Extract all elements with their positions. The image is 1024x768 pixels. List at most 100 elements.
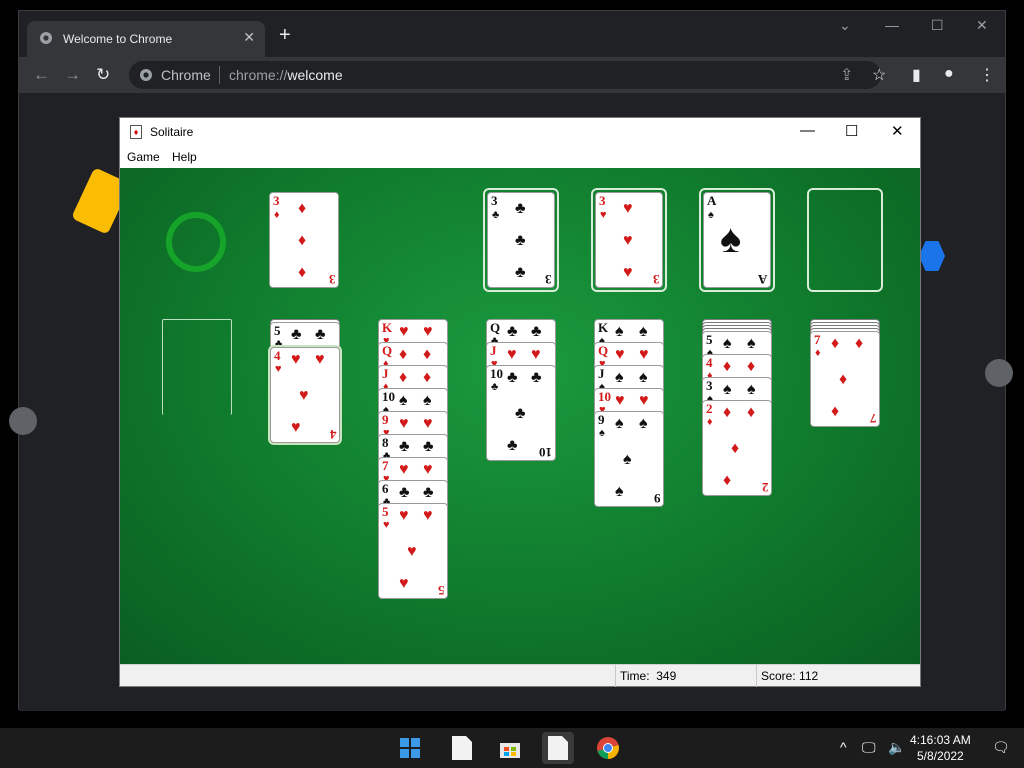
card-pip: ♦ — [423, 369, 432, 386]
tableau-card[interactable]: 7 ♦ ♦ ♦ ♦ ♦ 7 — [810, 331, 880, 427]
browser-toolbar: ← → ↻ Chrome chrome://welcome ⇪ ☆ ▮ ● ⋮ — [19, 57, 1005, 93]
foundation-1[interactable]: 3 ♣ ♣ ♣ ♣ 3 — [483, 188, 559, 292]
card-pip: ♦ — [399, 369, 408, 386]
taskbar-chrome[interactable] — [592, 732, 624, 764]
card-pip: ♥ — [399, 415, 409, 432]
taskbar-store[interactable] — [494, 732, 526, 764]
tab-welcome[interactable]: Welcome to Chrome ✕ — [27, 21, 265, 57]
card-suit-small: ♠ — [599, 427, 605, 439]
maximize-icon[interactable]: ☐ — [931, 17, 944, 34]
card-pip: ♠ — [615, 323, 624, 340]
tableau-card[interactable]: 10 ♣ ♣ ♣ ♣ ♣ 10 — [486, 365, 556, 461]
new-tab-button[interactable]: + — [279, 25, 291, 45]
tableau-card[interactable]: 9 ♠ ♠ ♠ ♠ ♠ 9 — [594, 411, 664, 507]
card-pip: ♥ — [423, 323, 433, 340]
card-pip: ♦ — [855, 335, 864, 352]
maximize-icon[interactable]: ☐ — [845, 122, 858, 140]
card-pip: ♠ — [639, 323, 648, 340]
card-pip: ♠ — [747, 381, 756, 398]
card-pip: ♣ — [507, 323, 518, 340]
card-pip: ♠ — [639, 415, 648, 432]
taskbar-file-app-active[interactable] — [542, 732, 574, 764]
card-pip: ♣ — [399, 484, 410, 501]
tab-close-icon[interactable]: ✕ — [243, 29, 255, 46]
card-pip: ♦ — [747, 358, 756, 375]
card-pip: ♥ — [299, 387, 309, 404]
back-icon[interactable]: ← — [33, 65, 50, 85]
clock[interactable]: 4:16:03 AM 5/8/2022 — [910, 732, 971, 764]
foundation-3[interactable]: A ♠ ♠ A — [699, 188, 775, 292]
tableau-card[interactable]: 4 ♥ ♥ ♥ ♥ ♥ 4 — [270, 347, 340, 443]
volume-icon[interactable]: 🔈 — [888, 739, 905, 756]
start-button[interactable] — [394, 732, 426, 764]
card-pip: ♦ — [399, 346, 408, 363]
score-display: Score: 112 — [756, 665, 916, 687]
tableau-1-empty[interactable] — [162, 319, 232, 415]
stock-recycle-icon[interactable] — [166, 212, 226, 272]
card-pip: ♦ — [423, 346, 432, 363]
card-pip: ♠ — [399, 392, 408, 409]
card-pip: ♠ — [623, 451, 632, 468]
forward-icon[interactable]: → — [64, 65, 81, 85]
card-pip: ♥ — [399, 323, 409, 340]
card-rank-bottom: 4 — [329, 427, 337, 442]
menu-game[interactable]: Game — [127, 150, 160, 164]
menu-help[interactable]: Help — [172, 150, 197, 164]
card-pip: ♣ — [531, 323, 542, 340]
network-icon[interactable]: 🖵 — [862, 739, 876, 756]
card-pip: ♥ — [407, 543, 417, 560]
address-url: chrome://welcome — [229, 67, 343, 83]
close-window-icon[interactable]: ✕ — [976, 17, 988, 34]
card-pip: ♦ — [831, 403, 840, 420]
time-display: Time: 349 — [615, 665, 755, 687]
menu-kebab-icon[interactable]: ⋮ — [979, 65, 995, 85]
side-panel-icon[interactable]: ▮ — [912, 65, 921, 85]
card-suit-small: ♦ — [815, 347, 821, 359]
card-pip: ♦ — [723, 358, 732, 375]
card-pip: ♣ — [515, 405, 526, 422]
close-icon[interactable]: ✕ — [891, 122, 904, 140]
foundation-2[interactable]: 3 ♥ ♥ ♥ ♥ 3 — [591, 188, 667, 292]
card-pip: ♠ — [723, 381, 732, 398]
card-pip: ♥ — [291, 419, 301, 436]
decorative-shape — [919, 241, 945, 271]
profile-icon[interactable]: ● — [944, 65, 954, 83]
chrome-icon — [597, 737, 619, 759]
solitaire-app-icon: ♦ — [130, 125, 142, 139]
site-chip-label: Chrome — [161, 67, 211, 83]
menu-bar: Game Help — [120, 146, 920, 168]
card-pip: ♥ — [423, 415, 433, 432]
share-icon[interactable]: ⇪ — [840, 65, 853, 85]
card-pip: ♠ — [747, 335, 756, 352]
waste-card[interactable]: 3 ♦ ♦ ♦ ♦ 3 — [269, 192, 339, 288]
tab-search-icon[interactable]: ⌄ — [839, 17, 851, 34]
card-pip: ♠ — [615, 415, 624, 432]
tab-title: Welcome to Chrome — [63, 32, 173, 46]
tray-overflow-icon[interactable]: ^ — [840, 739, 847, 755]
card-rank-bottom: 10 — [539, 445, 552, 460]
foundation-4-empty[interactable] — [807, 188, 883, 292]
tableau-card[interactable]: 5 ♥ ♥ ♥ ♥ ♥ 5 — [378, 503, 448, 599]
card-pip: ♥ — [507, 346, 517, 363]
chrome-logo-icon — [40, 32, 52, 44]
reload-icon[interactable]: ↻ — [96, 65, 110, 85]
store-icon — [500, 743, 520, 758]
notifications-icon[interactable]: 🗨 — [992, 739, 1010, 756]
game-board: 3 ♦ ♦ ♦ ♦ 3 3 ♣ ♣ ♣ ♣ 3 3 ♥ ♥ ♥ ♥ 3 A ♠ … — [120, 168, 920, 664]
taskbar-file-app[interactable] — [446, 732, 478, 764]
card-pip: ♠ — [615, 369, 624, 386]
tableau-card[interactable]: 2 ♦ ♦ ♦ ♦ ♦ 2 — [702, 400, 772, 496]
card-pip: ♦ — [839, 371, 848, 388]
bookmark-star-icon[interactable]: ☆ — [872, 65, 886, 85]
card-suit-small: ♣ — [491, 381, 499, 393]
chrome-logo-icon — [140, 69, 152, 81]
card-suit-small: ♦ — [707, 416, 713, 428]
card-pip: ♦ — [731, 440, 740, 457]
card-pip: ♥ — [639, 346, 649, 363]
card-pip: ♣ — [423, 484, 434, 501]
tab-strip: Welcome to Chrome ✕ + ⌄ — ☐ ✕ — [19, 11, 1005, 57]
minimize-icon[interactable]: — — [885, 17, 899, 33]
minimize-icon[interactable]: — — [800, 122, 815, 139]
card-pip: ♥ — [639, 392, 649, 409]
address-bar[interactable]: Chrome chrome://welcome — [129, 61, 881, 89]
